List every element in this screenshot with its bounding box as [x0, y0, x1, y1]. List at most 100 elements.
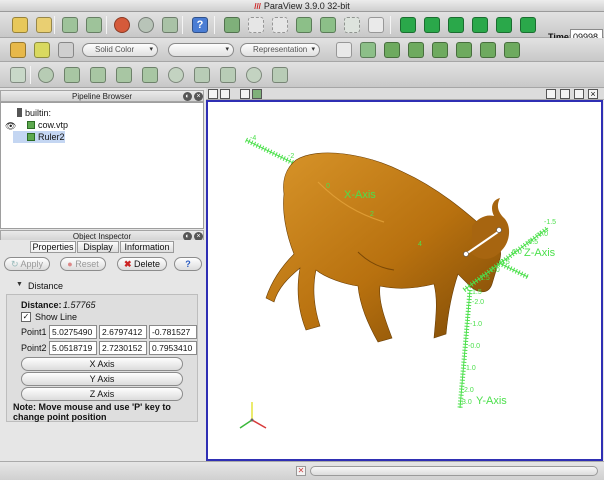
representation-select[interactable]: Representation ▾: [240, 43, 320, 57]
select-frustum-icon[interactable]: [296, 17, 312, 33]
tab-display[interactable]: Display: [77, 241, 119, 253]
z-axis-button[interactable]: Z Axis: [21, 387, 183, 401]
set-view-pos-z-icon[interactable]: [480, 42, 496, 58]
close-panel-icon[interactable]: ×: [194, 92, 203, 101]
select-points-icon[interactable]: [272, 17, 288, 33]
next-frame-icon[interactable]: [472, 17, 488, 33]
tab-properties[interactable]: Properties: [30, 241, 76, 253]
point1-label: Point1: [21, 327, 47, 337]
ruler-point2-handle[interactable]: [496, 227, 502, 233]
open-file-icon[interactable]: [12, 17, 28, 33]
close-view-icon[interactable]: ×: [588, 89, 598, 99]
point1-y-field[interactable]: 2.6797412: [99, 325, 147, 339]
warp-vector-icon[interactable]: [220, 67, 236, 83]
undo-icon[interactable]: [114, 17, 130, 33]
select-block-icon[interactable]: [320, 17, 336, 33]
x-tick-label: -4: [250, 135, 256, 142]
disconnect-icon[interactable]: [86, 17, 102, 33]
y-tick-label: -1.0: [470, 321, 482, 328]
point2-x-field[interactable]: 5.0518719: [49, 341, 97, 355]
z-tick-label: 1.5: [480, 275, 490, 282]
help-button[interactable]: ?: [174, 257, 202, 271]
reset-button[interactable]: ● Reset: [60, 257, 106, 271]
view-camera-icon[interactable]: [208, 89, 218, 99]
stop-icon[interactable]: ✕: [296, 466, 306, 476]
set-view-neg-y-icon[interactable]: [456, 42, 472, 58]
save-data-icon[interactable]: [36, 17, 52, 33]
contour-icon[interactable]: [38, 67, 54, 83]
clip-icon[interactable]: [64, 67, 80, 83]
pipeline-browser-title: Pipeline Browser: [71, 92, 133, 101]
point2-y-field[interactable]: 2.7230152: [99, 341, 147, 355]
tree-item-ruler2[interactable]: Ruler2: [27, 131, 65, 143]
ruler-point1-handle[interactable]: [463, 251, 469, 257]
pipeline-browser: builtin: 👁 cow.vtp Ruler2: [0, 102, 204, 229]
inspector-tabs: Properties Display Information: [0, 240, 204, 254]
group-datasets-icon[interactable]: [246, 67, 262, 83]
camera-undo-icon[interactable]: [162, 17, 178, 33]
view-toolbar: ×: [206, 88, 604, 100]
select-interactive-icon[interactable]: [344, 17, 360, 33]
point2-z-field[interactable]: 0.7953410: [149, 341, 197, 355]
float-panel-icon[interactable]: ◐: [183, 92, 192, 101]
reset-camera-icon[interactable]: [336, 42, 352, 58]
tree-item-builtin[interactable]: builtin:: [17, 107, 51, 119]
stream-tracer-icon[interactable]: [194, 67, 210, 83]
x-axis-label: X-Axis: [344, 189, 376, 201]
set-view-pos-y-icon[interactable]: [432, 42, 448, 58]
color-by-select[interactable]: Solid Color ▾: [82, 43, 158, 57]
color-map-editor-icon[interactable]: [34, 42, 50, 58]
redo-icon[interactable]: [138, 17, 154, 33]
split-vertical-icon[interactable]: [560, 89, 570, 99]
last-frame-icon[interactable]: [496, 17, 512, 33]
display-toolbar: Solid Color ▾ ▾ Representation ▾: [0, 38, 604, 62]
distance-label: Distance:: [21, 300, 62, 310]
view-lookmark-icon[interactable]: [240, 89, 250, 99]
connect-icon[interactable]: [62, 17, 78, 33]
progress-bar: [310, 466, 598, 476]
eye-visibility-icon[interactable]: 👁: [5, 121, 16, 132]
previous-frame-icon[interactable]: [424, 17, 440, 33]
split-horizontal-icon[interactable]: [546, 89, 556, 99]
tree-item-cow-vtp[interactable]: cow.vtp: [27, 119, 68, 131]
component-select[interactable]: ▾: [168, 43, 234, 57]
view-settings-icon[interactable]: [252, 89, 262, 99]
set-view-neg-z-icon[interactable]: [504, 42, 520, 58]
y-axis-button[interactable]: Y Axis: [21, 372, 183, 386]
point1-x-field[interactable]: 5.0275490: [49, 325, 97, 339]
view-capture-icon[interactable]: [220, 89, 230, 99]
point1-z-field[interactable]: -0.781527: [149, 325, 197, 339]
render-canvas[interactable]: X-Axis Y-Axis Z-Axis -4 -2 0 2 4 -1.5 -1…: [208, 102, 601, 459]
slice-icon[interactable]: [90, 67, 106, 83]
apply-button[interactable]: ↻ Apply: [4, 257, 50, 271]
threshold-icon[interactable]: [116, 67, 132, 83]
rescale-range-icon[interactable]: [58, 42, 74, 58]
z-tick-label: -0.5: [526, 239, 538, 246]
color-legend-icon[interactable]: [10, 42, 26, 58]
set-view-pos-x-icon[interactable]: [384, 42, 400, 58]
extract-subset-icon[interactable]: [142, 67, 158, 83]
set-view-neg-x-icon[interactable]: [408, 42, 424, 58]
help-icon[interactable]: ?: [192, 17, 208, 33]
play-icon[interactable]: [448, 17, 464, 33]
select-cells-icon[interactable]: [248, 17, 264, 33]
first-frame-icon[interactable]: [400, 17, 416, 33]
z-tick-label: 0.5: [500, 259, 510, 266]
loop-icon[interactable]: [520, 17, 536, 33]
zoom-to-data-icon[interactable]: [360, 42, 376, 58]
calculator-icon[interactable]: [10, 67, 26, 83]
glyph-icon[interactable]: [168, 67, 184, 83]
maximize-view-icon[interactable]: [574, 89, 584, 99]
render-view[interactable]: X-Axis Y-Axis Z-Axis -4 -2 0 2 4 -1.5 -1…: [206, 100, 603, 461]
x-axis-button[interactable]: X Axis: [21, 357, 183, 371]
pick-center-icon[interactable]: [368, 17, 384, 33]
tab-information[interactable]: Information: [120, 241, 174, 253]
x-tick-label: -2: [288, 153, 294, 160]
delete-button[interactable]: ✖ Delete: [117, 257, 167, 271]
interact-mode-icon[interactable]: [224, 17, 240, 33]
extract-level-icon[interactable]: [272, 67, 288, 83]
show-line-checkbox[interactable]: ✓: [21, 312, 31, 322]
x-tick-label: 2: [370, 211, 374, 218]
section-expand-icon[interactable]: ▼: [16, 281, 23, 288]
y-axis-label: Y-Axis: [476, 395, 507, 407]
